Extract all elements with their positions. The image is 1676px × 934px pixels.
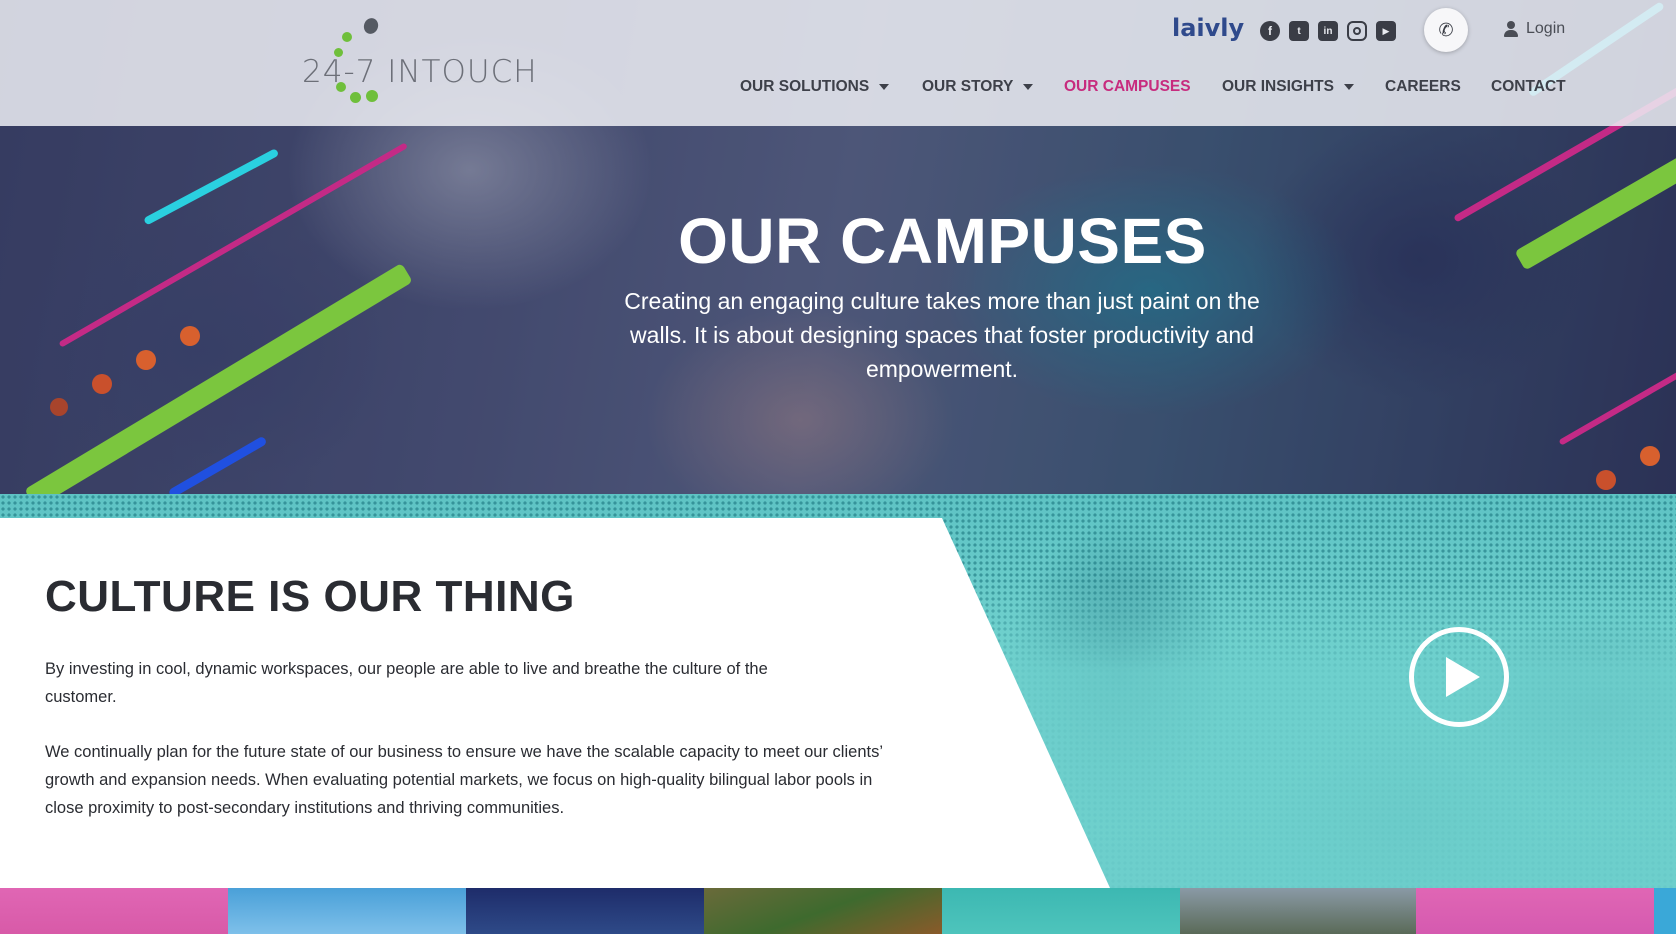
campus-tile[interactable] bbox=[1654, 888, 1676, 934]
user-icon bbox=[1504, 21, 1518, 37]
decor-dot bbox=[180, 326, 200, 346]
campus-tile[interactable] bbox=[704, 888, 942, 934]
chevron-down-icon bbox=[1343, 84, 1354, 90]
site-header: 24-7 INTOUCH laivly f t in ▶ ✆ Login OUR… bbox=[0, 0, 1676, 126]
logo-dot bbox=[366, 90, 378, 102]
twitter-icon[interactable]: t bbox=[1289, 21, 1309, 41]
instagram-icon[interactable] bbox=[1347, 21, 1367, 41]
section-title: CULTURE IS OUR THING bbox=[45, 572, 575, 621]
campus-image-strip bbox=[0, 888, 1676, 934]
page-title: OUR CAMPUSES bbox=[678, 205, 1207, 277]
logo-text: 24-7 INTOUCH bbox=[302, 54, 538, 90]
campus-tile[interactable] bbox=[466, 888, 704, 934]
play-triangle bbox=[1446, 657, 1480, 697]
decor-dot bbox=[1640, 446, 1660, 466]
logo-dot bbox=[342, 32, 352, 42]
decor-dot bbox=[92, 374, 112, 394]
nav-item-our-story[interactable]: OUR STORY bbox=[922, 78, 1034, 96]
campus-tile[interactable] bbox=[942, 888, 1180, 934]
chevron-down-icon bbox=[879, 84, 890, 90]
campus-tile[interactable] bbox=[1416, 888, 1654, 934]
campus-tile[interactable] bbox=[1180, 888, 1416, 934]
facebook-icon[interactable]: f bbox=[1260, 21, 1280, 41]
campus-tile[interactable] bbox=[228, 888, 466, 934]
logo-dot bbox=[350, 92, 361, 103]
nav-item-careers[interactable]: CAREERS bbox=[1385, 78, 1461, 96]
nav-item-our-insights[interactable]: OUR INSIGHTS bbox=[1222, 78, 1354, 96]
logo-dot bbox=[361, 16, 381, 36]
login-link[interactable]: Login bbox=[1504, 20, 1565, 38]
site-logo[interactable]: 24-7 INTOUCH bbox=[300, 16, 550, 108]
hero-subtitle: Creating an engaging culture takes more … bbox=[624, 288, 1260, 382]
youtube-icon[interactable]: ▶ bbox=[1376, 21, 1396, 41]
culture-paragraph: We continually plan for the future state… bbox=[45, 743, 883, 817]
nav-item-contact[interactable]: CONTACT bbox=[1491, 78, 1566, 96]
nav-item-our-solutions[interactable]: OUR SOLUTIONS bbox=[740, 78, 890, 96]
decor-dot bbox=[1596, 470, 1616, 490]
linkedin-icon[interactable]: in bbox=[1318, 21, 1338, 41]
phone-icon[interactable]: ✆ bbox=[1424, 8, 1468, 52]
login-label: Login bbox=[1526, 20, 1566, 37]
culture-paragraph: By investing in cool, dynamic workspaces… bbox=[45, 660, 768, 706]
partner-logo[interactable]: laivly bbox=[1172, 14, 1244, 42]
chevron-down-icon bbox=[1023, 84, 1034, 90]
nav-item-our-campuses[interactable]: OUR CAMPUSES bbox=[1064, 78, 1191, 96]
play-icon[interactable] bbox=[1409, 627, 1509, 727]
decor-dot bbox=[136, 350, 156, 370]
decor-dot bbox=[50, 398, 68, 416]
campus-tile[interactable] bbox=[0, 888, 228, 934]
